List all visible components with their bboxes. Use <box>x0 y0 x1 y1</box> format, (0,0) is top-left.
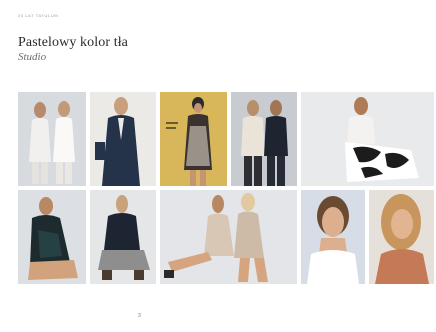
photo-model-portrait-white-top <box>301 190 365 284</box>
photo-two-models-light-and-dark <box>231 92 297 186</box>
page-subtitle: Studio <box>18 51 47 63</box>
photo-model-black-white-skirt <box>301 92 434 186</box>
photo-model-dark-dress-seated <box>18 190 86 284</box>
catalog-page: 20 LAT TATULUM Pastelowy kolor tła Studi… <box>0 0 436 332</box>
photo-model-navy-blazer <box>90 92 156 186</box>
page-title: Pastelowy kolor tła <box>18 35 128 50</box>
photo-model-dark-sweater-seated <box>90 190 156 284</box>
photo-magazine-cover-yellow <box>160 92 227 186</box>
photo-two-models-seated-dresses <box>160 190 297 284</box>
photo-two-models-white-outfits <box>18 92 86 186</box>
page-number: 3 <box>138 313 141 319</box>
header-label: 20 LAT TATULUM <box>18 13 59 18</box>
photo-model-portrait-smiling <box>369 190 434 284</box>
